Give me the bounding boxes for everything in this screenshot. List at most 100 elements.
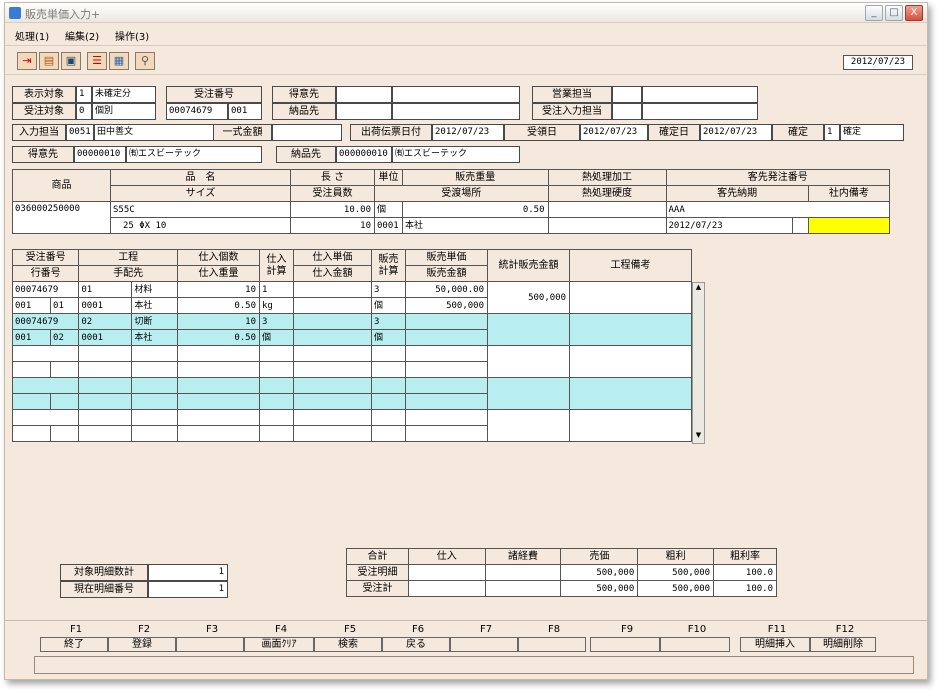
cell-c[interactable]: 01 (78, 281, 133, 298)
cell-j[interactable] (487, 345, 570, 378)
tokuisaki-code[interactable] (336, 86, 392, 103)
cell-e[interactable] (177, 425, 260, 442)
cell-g[interactable] (293, 393, 372, 410)
cell-k[interactable] (569, 281, 692, 314)
cell-a[interactable] (11, 393, 52, 410)
cell-b[interactable]: 01 (50, 297, 80, 314)
computer-icon[interactable]: ▣ (61, 52, 81, 70)
fkey-f9-button[interactable] (590, 637, 660, 652)
cell-c[interactable] (78, 425, 133, 442)
kakutei-code[interactable]: 1 (824, 124, 840, 141)
cell-h[interactable] (371, 393, 406, 410)
eigyo-code[interactable] (612, 86, 642, 103)
cell-d[interactable]: 切断 (131, 313, 178, 330)
juchu-no-field[interactable]: 00074679 (166, 103, 228, 120)
cell-c[interactable] (78, 361, 133, 378)
cell-g[interactable] (293, 409, 372, 426)
cell-g[interactable] (293, 313, 372, 330)
cell-a[interactable]: 00074679 (11, 313, 80, 330)
cell-c[interactable] (78, 393, 133, 410)
cell-e[interactable]: 0.50 (177, 297, 260, 314)
cell-c[interactable]: 02 (78, 313, 133, 330)
cell-e[interactable]: 10 (177, 313, 260, 330)
fkey-f8-button[interactable] (518, 637, 586, 652)
cell-i[interactable] (405, 345, 488, 362)
cell-i[interactable] (405, 313, 488, 330)
cell-h[interactable] (371, 409, 406, 426)
cell-d[interactable] (131, 409, 178, 426)
cell-b[interactable]: 02 (50, 329, 80, 346)
cell-i[interactable] (405, 409, 488, 426)
cell-f[interactable] (259, 425, 294, 442)
cell-i[interactable] (405, 361, 488, 378)
kakutei-date[interactable]: 2012/07/23 (700, 124, 772, 141)
cell-f[interactable] (259, 361, 294, 378)
cell-a[interactable] (11, 409, 80, 426)
cell-f[interactable] (259, 393, 294, 410)
menu-henshu[interactable]: 編集(2) (65, 28, 99, 43)
product-size[interactable]: 25 ΦX 10 (110, 217, 291, 234)
product-code[interactable]: 036000250000 (12, 201, 111, 234)
cell-d[interactable] (131, 345, 178, 362)
cell-a[interactable]: 00074679 (11, 281, 80, 298)
cell-h[interactable] (371, 377, 406, 394)
nohinsaki-code[interactable] (336, 103, 392, 120)
cell-d[interactable] (131, 425, 178, 442)
calendar-icon[interactable]: ▦ (109, 52, 129, 70)
cell-d[interactable]: 材料 (131, 281, 178, 298)
cell-g[interactable] (293, 345, 372, 362)
cell-d[interactable] (131, 393, 178, 410)
hyoji-code[interactable]: 1 (76, 86, 92, 103)
cell-e[interactable] (177, 377, 260, 394)
noki-extra[interactable] (791, 217, 809, 234)
cell-c[interactable] (78, 377, 133, 394)
magnify-icon[interactable]: ⚲ (135, 52, 155, 70)
cell-a[interactable] (11, 377, 80, 394)
cell-j[interactable] (487, 377, 570, 410)
product-tani[interactable]: 個 (374, 201, 403, 218)
cell-g[interactable] (293, 329, 372, 346)
netsu-code[interactable] (547, 201, 667, 218)
cell-k[interactable] (569, 313, 692, 346)
cell-i[interactable] (405, 393, 488, 410)
cell-i[interactable] (405, 329, 488, 346)
isshiki-field[interactable] (272, 124, 342, 141)
close-button[interactable]: X (905, 5, 923, 21)
grid-icon[interactable]: ☰ (87, 52, 107, 70)
cell-h[interactable]: 個 (371, 329, 406, 346)
cell-j[interactable] (487, 409, 570, 442)
menu-sosa[interactable]: 操作(3) (115, 28, 149, 43)
cell-g[interactable] (293, 425, 372, 442)
fkey-f5-button[interactable]: 検索 (314, 637, 382, 652)
cell-f[interactable]: kg (259, 297, 294, 314)
fkey-f10-button[interactable] (660, 637, 730, 652)
cell-f[interactable] (259, 377, 294, 394)
tokui-code[interactable]: 00000010 (74, 146, 126, 163)
product-noki[interactable]: 2012/07/23 (665, 217, 793, 234)
product-juryo[interactable]: 0.50 (402, 201, 549, 218)
cell-g[interactable] (293, 281, 372, 298)
cell-d[interactable] (131, 377, 178, 394)
cell-h[interactable]: 個 (371, 297, 406, 314)
cell-h[interactable] (371, 345, 406, 362)
cell-h[interactable]: 3 (371, 313, 406, 330)
product-kodo[interactable] (547, 217, 667, 234)
minimize-button[interactable]: _ (865, 5, 883, 21)
cell-b[interactable] (50, 425, 80, 442)
cell-f[interactable] (259, 345, 294, 362)
cell-b[interactable] (50, 361, 80, 378)
table-row[interactable]: 00074679 02 切断 10 3 3 (11, 313, 692, 346)
cell-k[interactable] (569, 345, 692, 378)
uketori-date[interactable]: 2012/07/23 (580, 124, 648, 141)
cell-i[interactable] (405, 377, 488, 394)
scroll-up-arrow[interactable]: ▲ (693, 283, 704, 295)
cell-f[interactable]: 個 (259, 329, 294, 346)
product-kosu[interactable]: 10 (290, 217, 375, 234)
cell-d[interactable]: 本社 (131, 297, 178, 314)
cell-c[interactable] (78, 409, 133, 426)
menu-shori[interactable]: 処理(1) (15, 28, 49, 43)
fkey-f4-button[interactable]: 画面ｸﾘｱ (244, 637, 314, 652)
cell-c[interactable]: 0001 (78, 329, 133, 346)
cell-a[interactable] (11, 425, 52, 442)
cell-h[interactable] (371, 361, 406, 378)
